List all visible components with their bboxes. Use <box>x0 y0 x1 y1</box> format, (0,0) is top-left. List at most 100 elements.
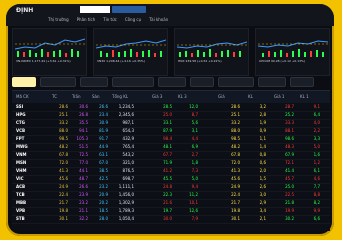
bid-volume-cell: 3,1 <box>191 128 198 133</box>
bid-volume-cell: 6,9 <box>191 144 198 149</box>
col-ask-volume[interactable]: KL 1 <box>300 93 309 101</box>
col-bid-volume[interactable]: KL 3 <box>178 93 187 101</box>
volume-bar <box>124 51 126 57</box>
app-logo: ĐỊNH <box>16 7 34 14</box>
col-bid-price[interactable]: Giá 3 <box>152 93 162 101</box>
search-button[interactable] <box>112 6 146 13</box>
sparkline <box>15 38 85 57</box>
ceiling-cell: 32.2 <box>79 216 88 221</box>
symbol-cell[interactable]: CTG <box>16 119 38 127</box>
index-panel-vn30[interactable]: VN30 1,208.44 (+4.16 +0.35%) <box>93 28 168 76</box>
tool-button-7[interactable] <box>218 77 254 87</box>
col-ref[interactable]: TC <box>52 93 57 101</box>
ref-cell: 25.1 <box>59 112 68 117</box>
symbol-cell[interactable]: VIC <box>16 175 38 183</box>
tool-button-3[interactable] <box>80 77 108 87</box>
bid-volume-cell: 4,4 <box>191 136 198 141</box>
trading-board-screen: ĐỊNH Thị trường Phân tích Tin tức Công c… <box>6 4 334 236</box>
col-total-volume[interactable]: Tổng KL <box>112 93 128 101</box>
volume-bar <box>100 51 102 57</box>
index-panel-vnindex[interactable]: VN-INDEX 1,177.44 (+3.61 +0.31%) <box>12 28 87 76</box>
tool-button-6[interactable] <box>190 77 214 87</box>
tool-button-9[interactable] <box>290 77 314 87</box>
volume-bar <box>262 53 264 57</box>
table-row[interactable]: STB 30.1 32.2 28.0 1,050,4 30.0 7,9 30.1… <box>12 215 330 224</box>
ref-cell: 45.6 <box>59 176 68 181</box>
volume-bar <box>142 51 144 57</box>
symbol-search-input[interactable] <box>80 6 110 13</box>
bid-volume-cell: 12,6 <box>189 208 198 213</box>
index-panel-hnx[interactable]: HNX 239.58 (+0.52 +0.22%) <box>174 28 249 76</box>
bid-price-cell: 41.2 <box>163 168 172 173</box>
index-summary: UPCOM 90.28 (+0.12 +0.13%) <box>259 59 306 63</box>
volume-bar <box>17 51 19 57</box>
ref-cell: 28.6 <box>59 104 68 109</box>
index-summary: HNX 239.58 (+0.52 +0.22%) <box>178 59 222 63</box>
volume-cell: 1,302,9 <box>118 200 134 205</box>
bid-volume-cell: 7,9 <box>191 216 198 221</box>
symbol-cell[interactable]: VNM <box>16 151 38 159</box>
floor-cell: 28.0 <box>99 216 108 221</box>
col-symbol[interactable]: Mã CK <box>16 93 29 101</box>
symbol-cell[interactable]: MBB <box>16 199 38 207</box>
nav-item-account[interactable]: Tài khoản <box>149 17 168 23</box>
symbol-cell[interactable]: VHM <box>16 167 38 175</box>
index-summary: VN30 1,208.44 (+4.16 +0.35%) <box>97 59 145 63</box>
symbol-cell[interactable]: TCB <box>16 191 38 199</box>
tool-button-2[interactable] <box>40 77 76 87</box>
volume-bar <box>118 52 120 57</box>
nav-item-analysis[interactable]: Phân tích <box>77 17 96 23</box>
sparkline-line <box>258 40 328 48</box>
symbol-cell[interactable]: MSN <box>16 159 38 167</box>
volume-cell: 698,7 <box>122 176 134 181</box>
symbol-cell[interactable]: FPT <box>16 135 38 143</box>
index-panel-upcom[interactable]: UPCOM 90.28 (+0.12 +0.13%) <box>255 28 330 76</box>
ceiling-cell: 77.0 <box>79 160 88 165</box>
col-match-price[interactable]: Giá <box>218 93 225 101</box>
symbol-cell[interactable]: MWG <box>16 143 38 151</box>
bid-volume-cell: 1,8 <box>191 160 198 165</box>
floor-cell: 20.9 <box>99 192 108 197</box>
ceiling-cell: 23.2 <box>79 200 88 205</box>
sparkline <box>258 40 328 57</box>
col-ask-price[interactable]: Giá 1 <box>274 93 284 101</box>
ref-cell: 30.1 <box>59 216 68 221</box>
match-volume-cell: 2,8 <box>259 112 266 117</box>
symbol-cell[interactable]: VCB <box>16 127 38 135</box>
tool-button-8[interactable] <box>258 77 286 87</box>
col-floor[interactable]: Sàn <box>92 93 100 101</box>
volume-bar <box>322 52 324 57</box>
volume-cell: 654,3 <box>122 128 134 133</box>
volume-bar <box>47 52 49 57</box>
bid-price-cell: 67.7 <box>163 152 172 157</box>
nav-item-tools[interactable]: Công cụ <box>125 17 141 23</box>
ask-volume-cell: 3,3 <box>313 136 320 141</box>
bid-volume-cell: 2,7 <box>191 152 198 157</box>
sparkline <box>96 39 166 57</box>
symbol-cell[interactable]: SSI <box>16 103 38 111</box>
volume-cell: 321,0 <box>122 160 134 165</box>
tool-button-5[interactable] <box>158 77 186 87</box>
match-price-cell: 19.8 <box>231 208 240 213</box>
nav-item-market[interactable]: Thị trường <box>48 17 69 23</box>
ceiling-cell: 30.6 <box>79 104 88 109</box>
tool-button-1[interactable] <box>12 77 36 87</box>
volume-cell: 543,2 <box>122 152 134 157</box>
ceiling-cell: 105.3 <box>76 136 88 141</box>
volume-bar <box>286 53 288 57</box>
symbol-cell[interactable]: VPB <box>16 207 38 215</box>
ask-price-cell: 88.1 <box>285 128 294 133</box>
match-volume-cell: 1,4 <box>259 144 266 149</box>
bid-price-cell: 98.4 <box>163 136 172 141</box>
symbol-cell[interactable]: ACB <box>16 183 38 191</box>
col-ceiling[interactable]: Trần <box>72 93 81 101</box>
ceiling-cell: 94.1 <box>79 128 88 133</box>
floor-cell: 42.5 <box>99 176 108 181</box>
symbol-cell[interactable]: HPG <box>16 111 38 119</box>
match-volume-cell: 2,0 <box>259 168 266 173</box>
col-match-volume[interactable]: KL <box>248 93 253 101</box>
symbol-cell[interactable]: STB <box>16 215 38 223</box>
floor-cell: 63.1 <box>99 152 108 157</box>
nav-item-news[interactable]: Tin tức <box>103 17 117 23</box>
tool-button-4[interactable] <box>112 77 154 87</box>
